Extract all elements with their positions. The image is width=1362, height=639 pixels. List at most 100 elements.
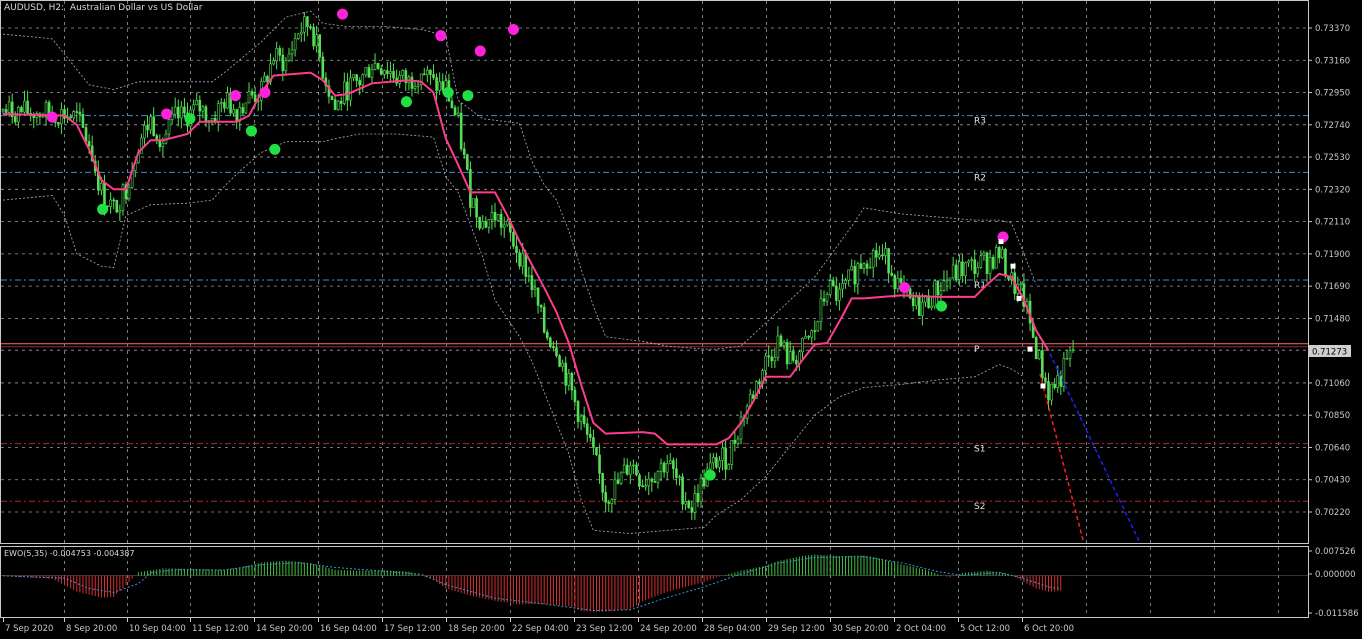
forecast-marker [1027,346,1033,352]
candle-body [951,264,955,279]
candle-body [358,80,362,86]
candle-body [401,70,405,76]
candle-body [1053,383,1056,388]
lower-signal-dot [245,125,257,137]
lower-signal-dot [184,113,196,125]
candle-body [1065,358,1069,360]
candle-body [173,106,177,115]
candle-body [398,75,401,84]
candle-body [545,331,549,339]
candle-body [862,263,866,269]
ewo-axis-label: 0.007526 [1315,547,1356,557]
candle-body [241,107,245,114]
candle-body [767,355,770,358]
candle-body [822,298,826,302]
candle-body [982,252,986,257]
candle-body [496,213,500,221]
candle-body [1019,283,1023,286]
candle-body [573,389,577,402]
candle-body [985,252,989,274]
price-axis-label: 0.72320 [1315,185,1350,195]
candle-body [715,457,718,468]
candle-body [370,69,374,78]
time-axis-label: 11 Sep 12:00 [192,624,249,634]
candle-body [973,259,977,274]
candle-body [14,116,17,123]
candle-body [598,454,601,474]
candle-body [997,247,1001,259]
candle-body [945,279,949,282]
candle-body [112,199,115,202]
candle-body [26,100,29,114]
candle-body [887,248,890,274]
pivot-lines: R3 R2 R1 P S1 S2 [1,115,1308,512]
candle-body [459,112,463,150]
candle-body [656,471,660,483]
candle-body [487,219,491,228]
time-axis-label: 18 Sep 20:00 [448,624,505,634]
candle-body [727,464,731,470]
candle-body [349,77,352,101]
candle-body [109,199,112,207]
candle-body [958,261,961,280]
candle-body [813,330,817,332]
candle-body [253,94,257,102]
pivot-label-s2: S2 [974,502,985,512]
candle-body [693,493,697,513]
candle-body [533,287,537,290]
price-axis-label: 0.70220 [1315,508,1350,518]
candle-body [678,476,681,479]
candle-body [413,85,417,89]
candle-body [970,259,973,262]
candle-body [386,70,389,75]
candle-body [1056,375,1060,388]
timeframe-label: H2 [48,3,62,13]
candle-body [988,256,992,274]
candle-body [484,221,488,228]
candle-body [41,116,45,118]
candle-body [607,501,611,504]
candle-body [490,212,494,220]
signal-dots [46,8,1009,481]
ewo-axis-label: 0.000000 [1315,570,1356,580]
time-axis-label: 30 Sep 20:00 [832,624,889,634]
candle-body [530,275,534,290]
candle-body [668,460,672,464]
candle-body [549,337,552,347]
candle-body [438,81,441,91]
price-axis-label: 0.72950 [1315,89,1350,99]
candle-body [296,33,300,39]
candle-body [776,335,780,358]
candle-body [638,474,641,486]
candle-body [871,250,875,268]
upper-signal-dot [229,90,241,102]
candle-body [505,220,509,226]
candle-body [306,16,309,28]
candle-body [346,81,349,101]
candle-body [524,253,528,277]
candle-body [579,415,583,422]
candle-body [724,447,727,470]
time-axis-label: 5 Oct 12:00 [960,624,1010,634]
price-chart[interactable]: R3 R2 R1 P S1 S2 0.73370 0.73160 0.72950 0.72740… [0,0,1362,639]
candle-body [373,63,377,70]
time-axis-label: 14 Sep 20:00 [256,624,313,634]
candle-body [7,101,11,113]
upper-signal-dot [435,30,447,42]
candle-body [690,507,694,513]
price-axis-label: 0.72740 [1315,121,1350,131]
candle-body [662,462,666,473]
price-axis-label: 0.70640 [1315,443,1350,453]
candle-body [250,91,254,96]
candle-body [838,288,841,301]
candle-body [721,447,724,461]
candle-body [644,485,647,488]
candle-body [558,355,561,367]
candle-body [223,102,226,109]
candle-body [1041,350,1044,379]
candle-body [392,71,395,79]
candle-body [791,351,795,361]
candle-body [911,297,915,306]
candle-body [592,437,595,448]
pivot-label-s1: S1 [974,445,985,455]
